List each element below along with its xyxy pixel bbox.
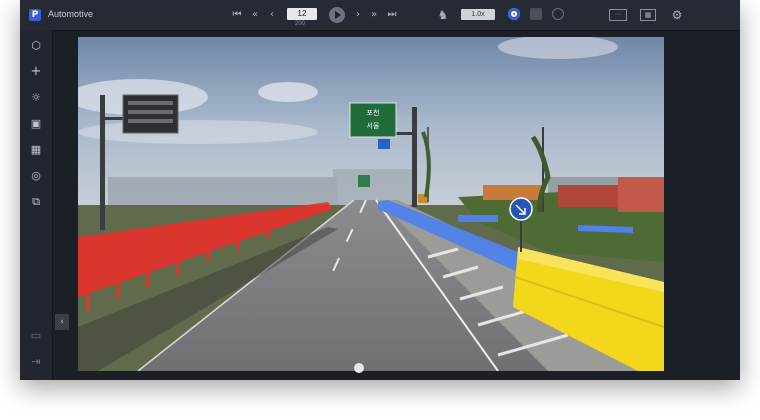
frame-input[interactable]: 12	[287, 8, 317, 20]
polygon-icon[interactable]: ⬡	[29, 39, 43, 53]
keyboard-icon[interactable]: ⋯	[609, 9, 627, 21]
frame-total: 200	[295, 21, 306, 27]
gear-icon[interactable]: ⚙	[670, 8, 684, 22]
left-toolbar: ⬡ + ☼ ▣ ▦ ◎ ⧉ ▭ ⇥	[20, 30, 53, 380]
sign-text-2: 서울	[367, 121, 380, 130]
sign-text-1: 포천	[367, 108, 380, 117]
app-logo: P	[29, 9, 41, 21]
bookmark-icon[interactable]: ▣	[29, 117, 43, 131]
save-icon[interactable]: ▭	[29, 329, 43, 343]
app-title: Automotive	[48, 9, 94, 19]
annotation-canvas[interactable]: 포천 서울	[78, 37, 664, 371]
next-frame-icon[interactable]: ›	[351, 8, 365, 22]
mode-box-icon[interactable]	[530, 8, 542, 20]
table-icon[interactable]: ▦	[640, 9, 656, 21]
skip-start-icon[interactable]: ⏮	[230, 8, 244, 22]
next-keyframe-icon[interactable]: »	[367, 8, 381, 22]
road-scene-image: 포천 서울	[78, 37, 664, 371]
mode-globe-icon[interactable]	[552, 8, 564, 20]
prev-frame-icon[interactable]: ‹	[265, 8, 279, 22]
brightness-icon[interactable]: ☼	[29, 91, 43, 105]
app-window: P Automotive ⏮ « ‹ 12 200 › » ⏭ ♞ 1.0x ⋯…	[20, 0, 740, 380]
copy-icon[interactable]: ⧉	[29, 195, 43, 209]
prev-keyframe-icon[interactable]: «	[248, 8, 262, 22]
skip-end-icon[interactable]: ⏭	[385, 8, 399, 22]
grid-icon[interactable]: ▦	[29, 143, 43, 157]
play-button[interactable]	[329, 7, 345, 23]
runner-icon[interactable]: ♞	[436, 8, 450, 22]
crosshair-icon[interactable]: +	[29, 65, 43, 79]
collapse-panel-button[interactable]: ‹	[55, 314, 69, 330]
speed-input[interactable]: 1.0x	[461, 9, 495, 20]
top-toolbar: P Automotive ⏮ « ‹ 12 200 › » ⏭ ♞ 1.0x ⋯…	[20, 0, 740, 31]
timeline-scrubber[interactable]	[354, 363, 364, 373]
exit-icon[interactable]: ⇥	[29, 355, 43, 369]
mode-point-icon[interactable]	[508, 8, 520, 20]
toggle-icon[interactable]: ◎	[29, 169, 43, 183]
